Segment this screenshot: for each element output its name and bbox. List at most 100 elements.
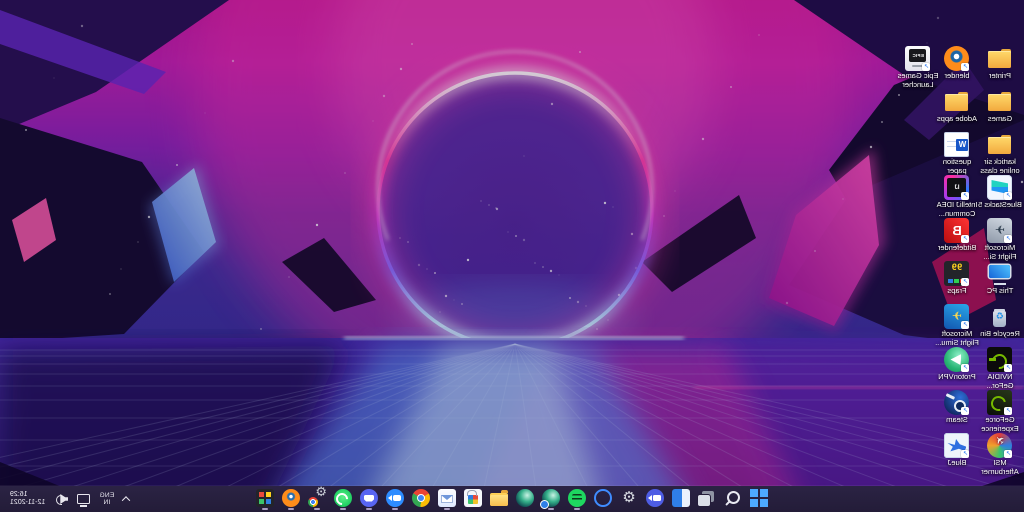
desktop-icon-games[interactable]: Games: [978, 89, 1022, 132]
taskbar-zoom-button[interactable]: [384, 486, 406, 512]
taskbar-microsoft-store-button[interactable]: [462, 486, 484, 512]
desktop-icon-blender[interactable]: ↗blender: [935, 46, 979, 89]
start-icon: [750, 489, 768, 507]
discord-icon: [360, 489, 378, 507]
folder-icon: [988, 132, 1013, 157]
shortcut-arrow-icon: ↗: [962, 63, 970, 71]
taskbar-blender-button[interactable]: [280, 486, 302, 512]
blender-icon: [282, 489, 300, 507]
desktop-icon-printer[interactable]: Printer: [978, 46, 1022, 89]
taskbar-widgets-button[interactable]: [670, 486, 692, 512]
desktop-icon-msi-afterburner[interactable]: ↗MSI Afterburner: [978, 433, 1022, 476]
running-indicator: [704, 508, 710, 510]
running-indicator: [522, 508, 528, 510]
folder-icon: [988, 46, 1013, 71]
desktop-icon-geforce-experience[interactable]: ↗GeForce Experience: [978, 390, 1022, 433]
running-indicator: [678, 508, 684, 510]
chat-icon: [646, 489, 664, 507]
desktop-icon-label: Steam: [946, 416, 968, 425]
desktop-icon-label: Microsoft Flight Si...: [978, 244, 1022, 261]
task-view-icon: [698, 489, 716, 507]
blender-icon: ↗: [945, 46, 970, 71]
desktop-icon-intellij-idea-community[interactable]: ↗IntelliJ IDEA Commun...: [935, 175, 979, 218]
desktop-icon-label: BlueStacks 5: [978, 201, 1022, 210]
taskbar-file-explorer-button[interactable]: [488, 486, 510, 512]
language-indicator[interactable]: ENG IN: [99, 492, 114, 506]
desktop-icon-bluestacks-5[interactable]: ↗BlueStacks 5: [978, 175, 1022, 218]
desktop-icon-epic-games-launcher[interactable]: ↗Epic Games Launcher: [896, 46, 940, 89]
hidden-icons-chevron-icon[interactable]: [122, 496, 130, 504]
taskbar-discord-button[interactable]: [358, 486, 380, 512]
desktop-icon-steam[interactable]: ↗Steam: [935, 390, 979, 433]
fraps-icon: ↗: [945, 261, 970, 286]
desktop-icon-kartick-sir-online-class[interactable]: kartick sir online class: [978, 132, 1022, 175]
desktop-icon-column-2: ↗blender Adobe apps question paper debe...…: [935, 46, 979, 476]
desktop-icon-microsoft-flight-simu[interactable]: ↗Microsoft Flight Simu...: [935, 304, 979, 347]
spotify-icon: [568, 489, 586, 507]
bluestacks-icon: ↗: [988, 175, 1013, 200]
desktop-icon-label: Bitdefender: [938, 244, 976, 253]
desktop-icon-fraps[interactable]: ↗Fraps: [935, 261, 979, 304]
taskbar-search-button[interactable]: [722, 486, 744, 512]
shortcut-arrow-icon: ↗: [962, 450, 970, 458]
running-indicator: [756, 508, 762, 510]
desktop-icon-this-pc[interactable]: This PC: [978, 261, 1022, 304]
taskbar-pinned: [254, 486, 770, 512]
taskbar-mail-button[interactable]: [436, 486, 458, 512]
desktop-icon-microsoft-flight-si[interactable]: ↗Microsoft Flight Si...: [978, 218, 1022, 261]
desktop-icon-adobe-apps[interactable]: Adobe apps: [935, 89, 979, 132]
desktop-icon-label: kartick sir online class: [978, 158, 1022, 175]
running-indicator: [496, 507, 502, 509]
shortcut-arrow-icon: ↗: [1005, 364, 1013, 372]
desktop-icon-bitdefender[interactable]: ↗Bitdefender: [935, 218, 979, 261]
swirl-app-update-icon: [542, 489, 560, 507]
zoom-icon: [386, 489, 404, 507]
taskbar-steam-gear-button[interactable]: [306, 486, 328, 512]
desktop-icon-recycle-bin[interactable]: Recycle Bin: [978, 304, 1022, 347]
network-icon[interactable]: [77, 494, 90, 504]
desktop-icon-label: ProtonVPN: [938, 373, 976, 382]
nvidia-icon: ↗: [988, 347, 1013, 372]
microsoft-store-icon: [464, 489, 482, 507]
desktop-icon-label: Adobe apps: [937, 115, 977, 124]
running-indicator: [730, 508, 736, 510]
shortcut-arrow-icon: ↗: [962, 278, 970, 286]
taskbar-swirl-app-button[interactable]: [514, 486, 536, 512]
language-line1: ENG: [99, 492, 114, 499]
running-indicator: [288, 508, 294, 510]
taskbar-whatsapp-button[interactable]: [332, 486, 354, 512]
chrome-icon: [412, 489, 430, 507]
taskbar-settings-button[interactable]: [618, 486, 640, 512]
msfs2-icon: ↗: [945, 304, 970, 329]
volume-icon[interactable]: [54, 493, 68, 505]
desktop-icon-bluej[interactable]: ↗BlueJ: [935, 433, 979, 476]
taskbar-ring-app-button[interactable]: [592, 486, 614, 512]
tray-clock[interactable]: 16:29 12-11-2021: [10, 491, 45, 508]
desktop-icon-label: MSI Afterburner: [978, 459, 1022, 476]
system-tray: ENG IN 16:29 12-11-2021: [0, 486, 135, 512]
taskbar-task-view-button[interactable]: [696, 486, 718, 512]
msfs-icon: ↗: [988, 218, 1013, 243]
mail-icon: [438, 489, 456, 507]
desktop-icon-nvidia-gefor[interactable]: ↗NVIDIA GeFor...: [978, 347, 1022, 390]
shortcut-arrow-icon: ↗: [923, 63, 931, 71]
desktop-icon-protonvpn[interactable]: ↗ProtonVPN: [935, 347, 979, 390]
folder-icon: [988, 89, 1013, 114]
shortcut-arrow-icon: ↗: [1005, 235, 1013, 243]
desktop-icon-label: Epic Games Launcher: [896, 72, 940, 89]
taskbar-fraps-button[interactable]: [254, 486, 276, 512]
taskbar-swirl-app-update-button[interactable]: [540, 486, 562, 512]
desktop-icon-label: Microsoft Flight Simu...: [935, 330, 979, 347]
epic-icon: ↗: [906, 46, 931, 71]
running-indicator: [574, 508, 580, 510]
taskbar-chrome-button[interactable]: [410, 486, 432, 512]
desktop-icon-label: IntelliJ IDEA Commun...: [935, 201, 979, 218]
taskbar-spotify-button[interactable]: [566, 486, 588, 512]
desktop-icon-question-paper[interactable]: question paper debe...: [935, 132, 979, 175]
desktop-icon-label: BlueJ: [948, 459, 967, 468]
gfe-icon: ↗: [988, 390, 1013, 415]
taskbar-chat-button[interactable]: [644, 486, 666, 512]
search-icon: [724, 489, 742, 507]
desktop-screen: PrinterGameskartick sir online class↗Blu…: [0, 0, 1024, 512]
taskbar-start-button[interactable]: [748, 486, 770, 512]
